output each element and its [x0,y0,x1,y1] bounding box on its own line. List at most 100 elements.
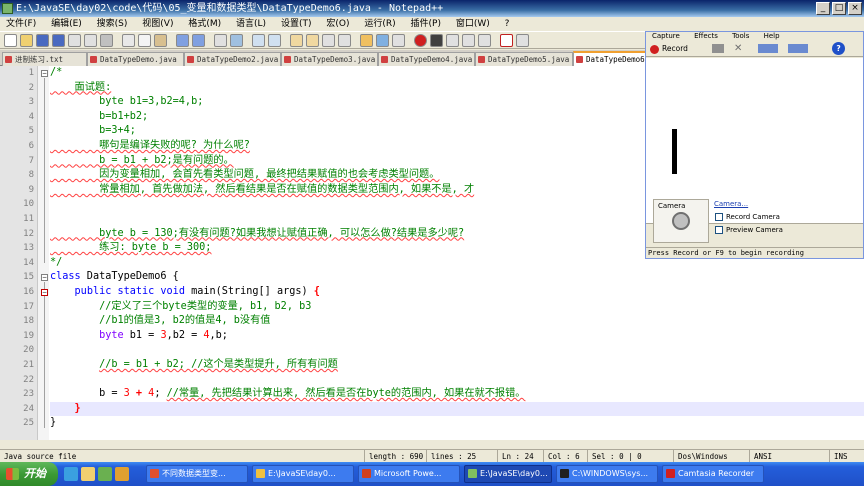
quicklaunch-app-icon[interactable] [98,467,112,481]
quicklaunch-ie-icon[interactable] [64,467,78,481]
code-line: /* [50,67,63,78]
menu-window[interactable]: 窗口(W) [450,17,496,31]
line-number: 25 [23,418,34,429]
tab-file[interactable]: DataTypeDemo4.java [378,52,475,66]
paste-icon[interactable] [154,34,167,47]
macro-stop-icon[interactable] [430,34,443,47]
zoom-in-icon[interactable] [252,34,265,47]
tab-file[interactable]: DataTypeDemo.java [87,52,184,66]
line-number: 17 [23,301,34,312]
fold-toggle-icon[interactable]: − [41,70,48,77]
start-button[interactable]: 开始 [0,462,58,486]
quicklaunch-desktop-icon[interactable] [81,467,95,481]
new-file-icon[interactable] [4,34,17,47]
recorder-menu-help[interactable]: Help [758,32,786,40]
taskbar-item[interactable]: Camtasia Recorder [662,465,764,483]
record-camera-label: Record Camera [726,213,780,221]
maximize-button[interactable]: □ [832,2,846,15]
code-line: //b = b1 + b2; //这个是类型提升, 所有有问题 [99,359,338,370]
line-number: 20 [23,345,34,356]
record-camera-checkbox[interactable] [715,213,723,221]
tab-file[interactable]: 进制练习.txt [2,52,87,66]
code-line-current: } [50,401,864,417]
menu-format[interactable]: 格式(M) [182,17,227,31]
sync-v-icon[interactable] [290,34,303,47]
tab-file[interactable]: DataTypeDemo2.java [184,52,281,66]
undo-icon[interactable] [176,34,189,47]
save-all-icon[interactable] [52,34,65,47]
fold-toggle-icon[interactable]: − [41,274,48,281]
taskbar-item-active[interactable]: E:\JavaSE\day0... [464,465,552,483]
replace-icon[interactable] [230,34,243,47]
macro-save-icon[interactable] [478,34,491,47]
file-icon [478,56,485,63]
recorder-menu-effects[interactable]: Effects [688,32,724,40]
line-number: 22 [23,374,34,385]
redo-icon[interactable] [192,34,205,47]
notepadpp-window: E:\JavaSE\day02\code\代码\05_变量和数据类型\DataT… [0,0,864,486]
taskbar-item[interactable]: E:\JavaSE\day0... [252,465,354,483]
copy-icon[interactable] [138,34,151,47]
title-bar[interactable]: E:\JavaSE\day02\code\代码\05_变量和数据类型\DataT… [0,0,864,17]
menu-language[interactable]: 语言(L) [230,17,272,31]
minimize-button[interactable]: _ [816,2,830,15]
recorder-menu-capture[interactable]: Capture [646,32,686,40]
code-line: b = b1 + b2;是有问题的。 [50,154,234,166]
macro-record-icon[interactable] [414,34,427,47]
code-line: } [50,417,57,429]
code-line: //定义了三个byte类型的变量, b1, b2, b3 [99,300,312,312]
delete-icon[interactable]: ✕ [734,42,746,55]
taskbar-item[interactable]: Microsoft Powe... [358,465,460,483]
menu-plugins[interactable]: 插件(P) [405,17,447,31]
close-button[interactable]: × [848,2,862,15]
line-number: 19 [23,330,34,341]
menu-view[interactable]: 视图(V) [136,17,179,31]
open-folder-icon[interactable] [20,34,33,47]
macro-play-multiple-icon[interactable] [462,34,475,47]
taskbar-item[interactable]: 不同数据类型变... [146,465,248,483]
indent-guide-icon[interactable] [360,34,373,47]
screen-region-icon[interactable] [758,44,778,53]
quicklaunch-app-icon[interactable] [115,467,129,481]
line-number: 9 [28,184,34,195]
menu-search[interactable]: 搜索(S) [91,17,134,31]
tab-file[interactable]: DataTypeDemo5.java [475,52,573,66]
tab-file[interactable]: DataTypeDemo3.java [281,52,378,66]
word-wrap-icon[interactable] [322,34,335,47]
show-all-chars-icon[interactable] [338,34,351,47]
close-file-icon[interactable] [68,34,81,47]
menu-file[interactable]: 文件(F) [0,17,42,31]
sync-h-icon[interactable] [306,34,319,47]
menu-macro[interactable]: 宏(O) [320,17,355,31]
find-icon[interactable] [214,34,227,47]
save-icon[interactable] [36,34,49,47]
print-icon[interactable] [100,34,113,47]
menu-run[interactable]: 运行(R) [358,17,401,31]
help-icon[interactable]: ? [832,42,845,55]
menu-settings[interactable]: 设置(T) [275,17,318,31]
record-button[interactable]: Record [650,42,698,55]
macro-play-icon[interactable] [446,34,459,47]
options-icon[interactable] [788,44,808,53]
menu-help[interactable]: ? [499,17,516,31]
status-bar: Java source file length : 690 lines : 25… [0,449,864,463]
code-line: 面试题: [50,81,112,93]
recorder-menu: Capture Effects Tools Help [646,32,863,40]
tab-file-active[interactable]: DataTypeDemo6 [573,51,647,66]
preview-camera-checkbox[interactable] [715,226,723,234]
fold-toggle-icon[interactable]: − [41,289,48,296]
code-line: class DataTypeDemo6 { [50,271,179,283]
camera-settings-link[interactable]: Camera... [714,200,748,208]
cut-icon[interactable] [122,34,135,47]
close-all-icon[interactable] [84,34,97,47]
preview-camera-label: Preview Camera [726,226,783,234]
spell-check-icon[interactable] [500,34,513,47]
menu-edit[interactable]: 编辑(E) [45,17,88,31]
recorder-menu-tools[interactable]: Tools [726,32,755,40]
doc-map-icon[interactable] [392,34,405,47]
taskbar-item[interactable]: C:\WINDOWS\sys... [556,465,658,483]
lang-icon[interactable] [376,34,389,47]
plugin-icon[interactable] [516,34,529,47]
stop-icon[interactable] [712,44,724,53]
zoom-out-icon[interactable] [268,34,281,47]
